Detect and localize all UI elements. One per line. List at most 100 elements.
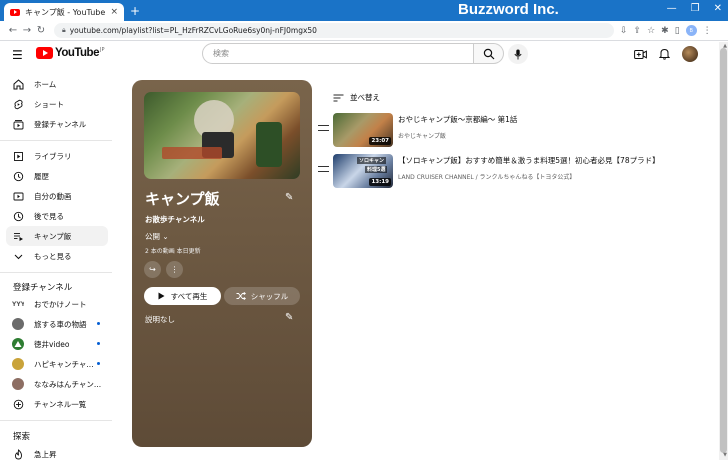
channel-avatar (12, 358, 24, 370)
sidebar-item-subscriptions[interactable]: 登録チャンネル (6, 114, 108, 134)
search-placeholder: 検索 (213, 49, 229, 58)
voice-search-button[interactable] (508, 44, 528, 64)
create-video-icon[interactable] (634, 49, 647, 60)
shuffle-label: シャッフル (250, 291, 289, 301)
video-thumbnail[interactable]: 23:07 (333, 113, 393, 147)
sidebar-channel[interactable]: ハピキャンチャ... (6, 354, 108, 374)
sidebar-channel[interactable]: ΥΥΥ おでかけノート (6, 294, 108, 314)
sidebar-item-label: 履歴 (34, 171, 49, 181)
toolbar-actions: ⇩ ⇪ ☆ ✱ ▯ B ⋮ (620, 25, 712, 36)
svg-text:ΥΥΥ: ΥΥΥ (12, 301, 24, 308)
edit-title-pencil-icon[interactable]: ✎ (285, 192, 293, 203)
sidebar-item-trending[interactable]: 急上昇 (6, 444, 108, 460)
sidebar-item-label: キャンプ飯 (34, 231, 72, 241)
sidebar-item-history[interactable]: 履歴 (6, 166, 108, 186)
playlist-title: キャンプ飯 (145, 190, 220, 208)
sidebar-item-library[interactable]: ライブラリ (6, 146, 108, 166)
sidebar-item-camp-meal-playlist[interactable]: キャンプ飯 (6, 226, 108, 246)
profile-icon[interactable]: B (685, 25, 697, 36)
sort-button[interactable]: 並べ替え (333, 92, 380, 103)
video-channel[interactable]: LAND CRUISER CHANNEL / ランクルちゃんねる【トヨタ公式】 (398, 172, 660, 181)
extensions-icon[interactable]: ✱ (661, 26, 669, 36)
close-window-button[interactable]: ✕ (714, 3, 722, 14)
video-channel[interactable]: おやじキャンプ飯 (398, 131, 517, 140)
thumbnail-overlay-text: ソロキャン (357, 157, 387, 164)
back-icon[interactable]: ← (6, 25, 20, 36)
sidebar-item-watch-later[interactable]: 後で見る (6, 206, 108, 226)
sidebar-channel[interactable]: ななみはんチャン... (6, 374, 108, 394)
bookmark-star-icon[interactable]: ☆ (647, 26, 655, 36)
microphone-icon (514, 49, 522, 59)
url-text: youtube.com/playlist?list=PL_HzFrRZCvLGo… (69, 26, 317, 35)
scrollbar-thumb[interactable] (720, 48, 727, 453)
video-title[interactable]: 【ソロキャンプ飯】おすすめ簡単＆激うま料理5選！初心者必見【78プラド】 (398, 155, 660, 166)
shuffle-icon (236, 292, 246, 300)
drag-handle-icon[interactable] (318, 125, 329, 131)
sidebar-item-label: 急上昇 (34, 449, 57, 459)
share-icon[interactable]: ⇪ (634, 26, 642, 36)
menu-dots-icon[interactable]: ⋮ (703, 26, 712, 36)
browser-tab[interactable]: キャンプ飯 - YouTube × (4, 3, 124, 21)
subscriptions-heading: 登録チャンネル (13, 283, 73, 293)
sidebar-channel[interactable]: 徳井video (6, 334, 108, 354)
minimize-button[interactable]: — (667, 3, 677, 14)
video-title[interactable]: おやじキャンプ飯〜京都編〜 第1話 (398, 114, 517, 125)
search-input[interactable]: 検索 (202, 43, 474, 64)
home-icon (12, 78, 24, 90)
search-button[interactable] (474, 43, 504, 64)
sidepanel-icon[interactable]: ▯ (675, 26, 680, 36)
sidebar-all-channels[interactable]: チャンネル一覧 (6, 394, 108, 414)
playlist-video-row[interactable]: ソロキャン 料理5選 13:19 【ソロキャンプ飯】おすすめ簡単＆激うま料理5選… (318, 154, 698, 190)
new-tab-button[interactable]: + (130, 4, 140, 18)
tab-close-icon[interactable]: × (110, 7, 118, 17)
video-thumbnail[interactable]: ソロキャン 料理5選 13:19 (333, 154, 393, 188)
maximize-button[interactable]: ❐ (691, 3, 700, 14)
lock-icon: 🔒︎ (62, 26, 66, 34)
sidebar: ホーム ショート 登録チャンネル ライブラリ 履歴 自分の動画 後で見る キャン… (0, 70, 112, 460)
youtube-favicon-icon (10, 8, 20, 16)
play-all-label: すべて再生 (170, 291, 208, 301)
sort-icon (333, 94, 344, 101)
edit-description-pencil-icon[interactable]: ✎ (285, 312, 293, 323)
sidebar-item-label: ショート (34, 99, 64, 109)
sidebar-item-label: チャンネル一覧 (34, 399, 87, 409)
privacy-dropdown[interactable]: 公開 ⌄ (145, 231, 169, 242)
browser-titlebar: キャンプ飯 - YouTube × + Buzzword Inc. — ❐ ✕ (0, 0, 728, 21)
channel-name: 旅する車の物語 (34, 319, 87, 329)
share-button[interactable]: ↪ (144, 261, 161, 278)
hamburger-menu-icon[interactable]: ☰ (12, 48, 23, 62)
sidebar-item-my-videos[interactable]: 自分の動画 (6, 186, 108, 206)
account-avatar[interactable] (682, 46, 698, 62)
install-icon[interactable]: ⇩ (620, 26, 628, 36)
playlist-thumbnail[interactable] (144, 92, 300, 179)
my-videos-icon (12, 190, 24, 202)
sidebar-item-label: ホーム (34, 79, 57, 89)
sidebar-item-show-more[interactable]: もっと見る (6, 246, 108, 266)
sidebar-item-label: ライブラリ (34, 151, 72, 161)
playlist-video-row[interactable]: 23:07 おやじキャンプ飯〜京都編〜 第1話 おやじキャンプ飯 (318, 113, 698, 149)
reload-icon[interactable]: ↻ (34, 25, 48, 36)
channel-name: ななみはんチャン... (34, 379, 102, 389)
play-icon (158, 292, 165, 300)
video-duration: 23:07 (369, 137, 391, 145)
drag-handle-icon[interactable] (318, 166, 329, 172)
scroll-down-arrow-icon[interactable]: ▼ (723, 452, 727, 458)
channel-name: おでかけノート (34, 299, 87, 309)
sidebar-item-label: 登録チャンネル (34, 119, 87, 129)
youtube-logo[interactable]: YouTube JP (36, 47, 104, 59)
forward-icon[interactable]: → (20, 25, 34, 36)
sidebar-channel[interactable]: 旅する車の物語 (6, 314, 108, 334)
shuffle-button[interactable]: シャッフル (224, 287, 300, 305)
playlist-owner[interactable]: お散歩チャンネル (145, 214, 205, 225)
sidebar-item-label: 後で見る (34, 211, 64, 221)
url-field[interactable]: 🔒︎ youtube.com/playlist?list=PL_HzFrRZCv… (54, 23, 614, 38)
sidebar-item-shorts[interactable]: ショート (6, 94, 108, 114)
notifications-bell-icon[interactable] (659, 48, 670, 60)
sidebar-item-label: 自分の動画 (34, 191, 72, 201)
playlist-icon (12, 230, 24, 242)
play-all-button[interactable]: すべて再生 (144, 287, 221, 305)
sidebar-divider (0, 272, 112, 273)
more-options-button[interactable]: ⋮ (166, 261, 183, 278)
sidebar-item-home[interactable]: ホーム (6, 74, 108, 94)
watch-later-icon (12, 210, 24, 222)
